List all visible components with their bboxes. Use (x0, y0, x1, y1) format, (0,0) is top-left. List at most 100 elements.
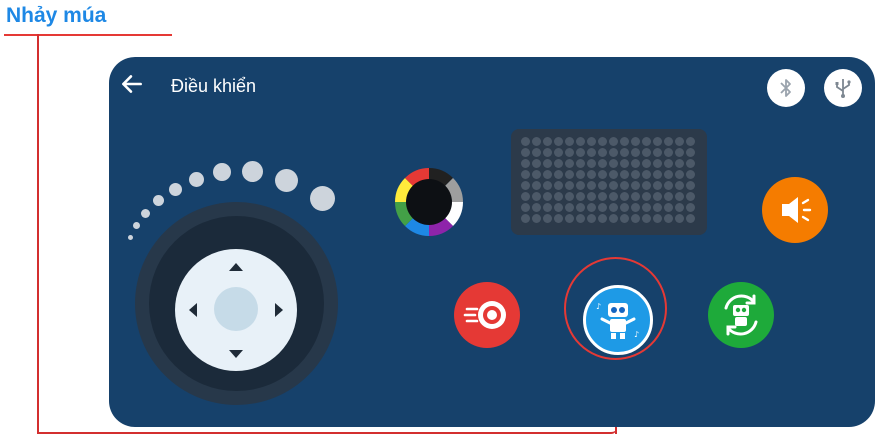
led-dot (653, 214, 662, 223)
led-dot (620, 159, 629, 168)
rotating-robot-icon (724, 294, 758, 336)
led-dot (598, 148, 607, 157)
led-dot (642, 203, 651, 212)
led-dot (686, 148, 695, 157)
led-dot (587, 137, 596, 146)
speed-dot (310, 186, 335, 211)
joystick-knob[interactable] (214, 287, 258, 331)
led-dot (532, 181, 541, 190)
led-dot (521, 148, 530, 157)
led-dot (675, 137, 684, 146)
led-dot (587, 148, 596, 157)
bluetooth-button[interactable] (767, 69, 805, 107)
led-dot (631, 203, 640, 212)
led-dot (686, 181, 695, 190)
led-dot (521, 137, 530, 146)
speed-dot (133, 222, 140, 229)
led-dot (576, 137, 585, 146)
led-dot (521, 203, 530, 212)
led-dot (521, 159, 530, 168)
led-dot (609, 170, 618, 179)
led-dot (598, 159, 607, 168)
joystick-right-arrow-icon[interactable] (275, 303, 283, 317)
led-dot (521, 181, 530, 190)
led-dot (653, 148, 662, 157)
led-dot (554, 203, 563, 212)
led-grid (521, 137, 695, 223)
led-dot (609, 159, 618, 168)
led-dot (664, 192, 673, 201)
led-dot (598, 181, 607, 190)
led-dot (664, 137, 673, 146)
page-title: Điều khiển (171, 76, 257, 96)
color-wheel-button[interactable] (394, 167, 464, 237)
led-dot (598, 203, 607, 212)
led-dot (598, 214, 607, 223)
led-dot (664, 214, 673, 223)
speed-dot (242, 161, 263, 182)
svg-text:♪: ♪ (634, 330, 639, 339)
led-dot (664, 159, 673, 168)
speed-dot (128, 235, 133, 240)
led-dot (532, 214, 541, 223)
speed-dot (141, 209, 150, 218)
led-dot (664, 203, 673, 212)
led-dot (675, 181, 684, 190)
led-dot (675, 214, 684, 223)
led-dot (686, 137, 695, 146)
led-dot (521, 214, 530, 223)
speaker-button[interactable] (762, 177, 828, 243)
led-dot (642, 214, 651, 223)
speed-dot (275, 169, 298, 192)
speed-mode-button[interactable] (454, 282, 520, 348)
led-dot (653, 170, 662, 179)
led-dot (554, 181, 563, 190)
led-dot (686, 159, 695, 168)
led-dot (686, 203, 695, 212)
led-dot (686, 192, 695, 201)
joystick-down-arrow-icon[interactable] (229, 350, 243, 358)
led-dot (653, 203, 662, 212)
led-dot (675, 203, 684, 212)
led-dot (631, 192, 640, 201)
led-dot (620, 170, 629, 179)
led-dot (587, 214, 596, 223)
speed-dot (153, 195, 164, 206)
led-dot (620, 137, 629, 146)
usb-button[interactable] (824, 69, 862, 107)
auto-mode-button[interactable] (708, 282, 774, 348)
led-dot (565, 170, 574, 179)
led-dot (609, 203, 618, 212)
joystick-up-arrow-icon[interactable] (229, 263, 243, 271)
speed-dot (169, 183, 182, 196)
back-arrow-icon[interactable] (119, 71, 145, 97)
led-dot (521, 170, 530, 179)
led-dot (554, 192, 563, 201)
joystick-pad[interactable] (175, 249, 297, 371)
led-dot (576, 148, 585, 157)
led-dot (576, 214, 585, 223)
led-dot (554, 148, 563, 157)
led-dot (609, 137, 618, 146)
led-dot (543, 170, 552, 179)
led-dot (532, 159, 541, 168)
led-dot (631, 159, 640, 168)
usb-icon (835, 79, 851, 98)
led-dot (543, 192, 552, 201)
led-matrix[interactable] (511, 129, 707, 235)
led-dot (543, 214, 552, 223)
led-dot (631, 148, 640, 157)
joystick-left-arrow-icon[interactable] (189, 303, 197, 317)
dance-button[interactable]: ♪ ♪ (583, 285, 653, 355)
control-panel: Điều khiển ♪ ♪ (109, 57, 875, 427)
led-dot (620, 192, 629, 201)
led-dot (587, 159, 596, 168)
led-dot (653, 159, 662, 168)
led-dot (686, 214, 695, 223)
led-dot (642, 148, 651, 157)
led-dot (653, 192, 662, 201)
bluetooth-icon (780, 79, 791, 97)
led-dot (565, 181, 574, 190)
led-dot (675, 159, 684, 168)
led-dot (642, 159, 651, 168)
